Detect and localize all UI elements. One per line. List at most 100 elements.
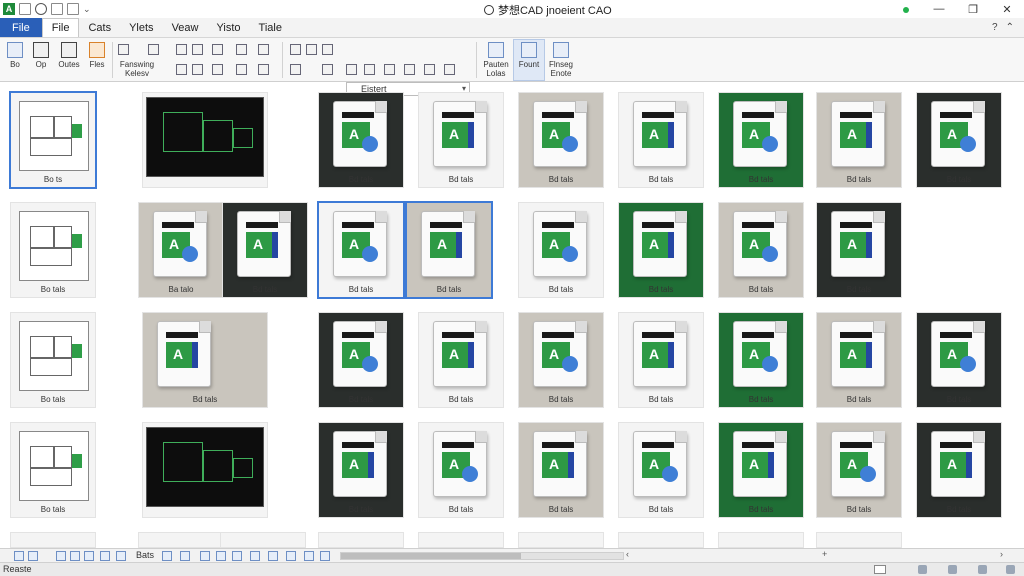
save-icon[interactable] [19, 3, 31, 15]
layer-panel-icon[interactable] [180, 551, 190, 561]
file-thumbnail[interactable]: Bd tals [618, 422, 704, 518]
file-thumbnail[interactable]: Bd tals [816, 202, 902, 298]
folder-icon[interactable] [116, 551, 126, 561]
tab-tiale[interactable]: Tiale [250, 18, 291, 37]
file-thumbnail[interactable]: Bd tals [418, 312, 504, 408]
zoom-icon[interactable] [364, 64, 375, 75]
match-icon[interactable] [322, 44, 333, 55]
font-button[interactable]: Fount [513, 39, 545, 81]
palette-icon[interactable] [212, 64, 223, 75]
file-thumbnail[interactable] [618, 532, 704, 548]
file-thumbnail[interactable]: Bd tals [618, 312, 704, 408]
edit-icon[interactable] [384, 64, 395, 75]
tab-yisto[interactable]: Yisto [207, 18, 249, 37]
nav-prev-icon[interactable] [28, 551, 38, 561]
file-thumbnail[interactable]: Bd tals [518, 202, 604, 298]
file-thumbnail[interactable] [138, 532, 224, 548]
close-button[interactable]: ✕ [990, 0, 1024, 18]
file-thumbnail[interactable]: Bd tals [718, 202, 804, 298]
tab-file[interactable]: File [41, 18, 80, 37]
scroll-right-icon[interactable]: › [1000, 549, 1003, 559]
export-button[interactable]: Flnseg Enote [546, 42, 576, 78]
outline-button[interactable]: Outes [58, 42, 80, 69]
status-icon[interactable] [978, 565, 987, 574]
file-thumbnail[interactable]: Bd tals [816, 422, 902, 518]
polar-icon[interactable] [250, 551, 260, 561]
snap-icon[interactable] [176, 64, 187, 75]
status-icon[interactable] [948, 565, 957, 574]
file-thumbnail[interactable]: Bo ts [9, 91, 97, 189]
file-thumbnail[interactable]: Bd tals [317, 201, 405, 299]
file-thumbnail[interactable] [142, 92, 268, 188]
scrollbar-thumb[interactable] [341, 553, 521, 559]
extend-icon[interactable] [424, 64, 435, 75]
pen-icon[interactable] [118, 44, 129, 55]
pointer-icon[interactable] [346, 64, 357, 75]
file-thumbnail[interactable]: Bd tals [318, 92, 404, 188]
layer-button[interactable]: Pauten Lolas [480, 42, 512, 78]
file-thumbnail[interactable]: Bd tals [318, 422, 404, 518]
help-icon[interactable]: ? [992, 22, 998, 33]
cursor-icon[interactable] [320, 551, 330, 561]
lineweight-icon[interactable] [286, 551, 296, 561]
file-thumbnail[interactable]: Bd tals [718, 92, 804, 188]
image-icon[interactable] [162, 551, 172, 561]
file-thumbnail[interactable]: Ba talo [138, 202, 224, 298]
file-thumbnail[interactable]: Bd tals [405, 201, 493, 299]
horizontal-scrollbar[interactable] [340, 552, 624, 560]
file-thumbnail[interactable] [142, 422, 268, 518]
properties-icon[interactable] [306, 44, 317, 55]
print-icon[interactable] [67, 3, 79, 15]
file-thumbnail[interactable]: Bd tals [518, 422, 604, 518]
undo-icon[interactable] [35, 3, 47, 15]
trim-icon[interactable] [404, 64, 415, 75]
file-thumbnail[interactable]: Bd tals [418, 92, 504, 188]
cross-icon[interactable] [148, 44, 159, 55]
redo-icon[interactable] [51, 3, 63, 15]
detail-view-icon[interactable] [84, 551, 94, 561]
ribbon-collapse-icon[interactable]: ⌃ [1006, 22, 1014, 33]
measure-icon[interactable] [258, 44, 269, 55]
file-thumbnail[interactable] [318, 532, 404, 548]
file-thumbnail[interactable]: Bd tals [518, 92, 604, 188]
dimension-icon[interactable] [236, 44, 247, 55]
file-thumbnail[interactable]: Bd tals [618, 202, 704, 298]
file-thumbnail[interactable]: Bd tals [916, 422, 1002, 518]
file-thumbnail[interactable]: Bd tals [718, 422, 804, 518]
file-thumbnail[interactable]: Bd tals [142, 312, 268, 408]
line-icon[interactable] [176, 44, 187, 55]
status-box-icon[interactable] [874, 565, 886, 574]
file-thumbnail[interactable] [220, 532, 306, 548]
file-thumbnail[interactable]: Bd tals [222, 202, 308, 298]
drawing-button[interactable]: Fanswing Kelesv [112, 60, 162, 78]
file-thumbnail[interactable]: Bd tals [418, 422, 504, 518]
file-thumbnail[interactable]: Bd tals [518, 312, 604, 408]
file-thumbnail[interactable] [418, 532, 504, 548]
file-thumbnail[interactable]: Bd tals [618, 92, 704, 188]
file-thumbnail[interactable]: Bd tals [816, 92, 902, 188]
model-icon[interactable] [304, 551, 314, 561]
nav-first-icon[interactable] [14, 551, 24, 561]
open-button[interactable]: Op [32, 42, 50, 69]
hatch-icon[interactable] [212, 44, 223, 55]
thumbnail-view-icon[interactable] [56, 551, 66, 561]
block-icon[interactable] [192, 44, 203, 55]
grid-toggle-icon[interactable] [216, 551, 226, 561]
layer-state-icon[interactable] [322, 64, 333, 75]
files-button[interactable]: Fles [86, 42, 108, 69]
rotate-icon[interactable] [258, 64, 269, 75]
maximize-button[interactable]: ❐ [956, 0, 990, 18]
file-thumbnail[interactable] [10, 532, 96, 548]
list-view-icon[interactable] [70, 551, 80, 561]
chevron-down-icon[interactable]: ⌄ [83, 4, 91, 15]
tab-ylets[interactable]: Ylets [120, 18, 162, 37]
copy-icon[interactable] [192, 64, 203, 75]
layout-icon[interactable] [100, 551, 110, 561]
ortho-icon[interactable] [232, 551, 242, 561]
file-thumbnail[interactable]: Bd tals [916, 312, 1002, 408]
osnap-icon[interactable] [268, 551, 278, 561]
select-icon[interactable] [290, 44, 301, 55]
move-icon[interactable] [236, 64, 247, 75]
status-icon[interactable] [918, 565, 927, 574]
tab-view[interactable]: Veaw [163, 18, 208, 37]
